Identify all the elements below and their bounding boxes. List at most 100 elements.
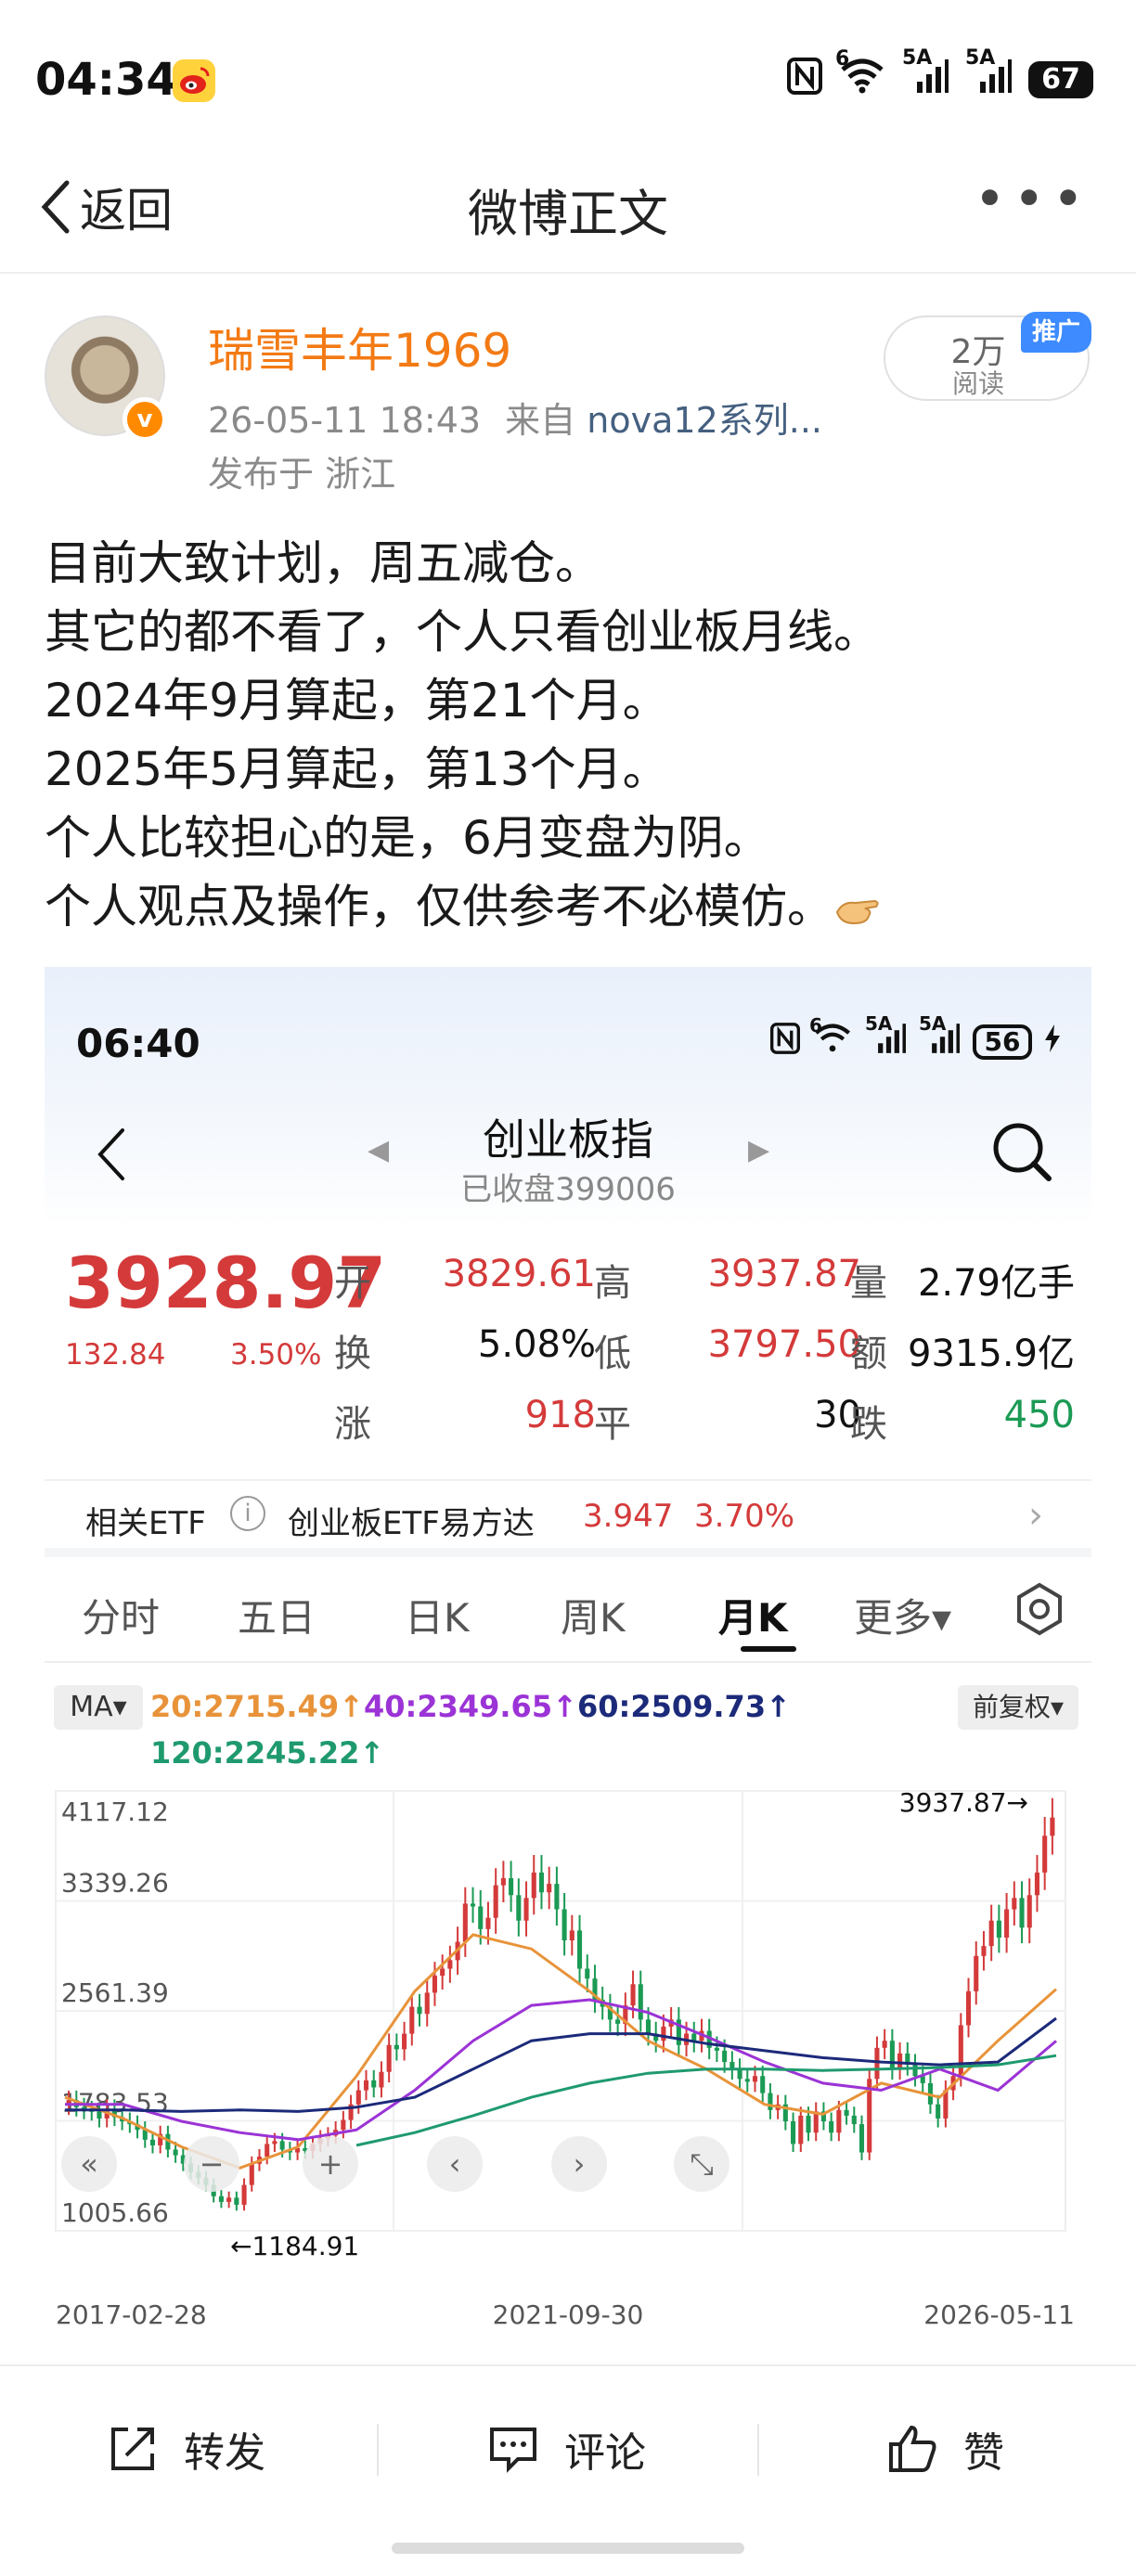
settings-icon[interactable] xyxy=(1012,1581,1067,1637)
candle-body xyxy=(988,1920,994,1947)
candle-body xyxy=(279,2141,285,2150)
embedded-signal-2-icon: 5A xyxy=(919,1012,960,1060)
thumbs-up-icon xyxy=(889,2425,936,2472)
candle-body xyxy=(509,1878,514,1896)
candle-body xyxy=(714,2047,719,2051)
candle-body xyxy=(965,1990,972,2026)
candle-body xyxy=(470,1903,476,1907)
ma-selector[interactable]: MA▾ xyxy=(54,1685,143,1730)
turnover-label: 换 xyxy=(334,1333,371,1375)
comment-button[interactable]: 评论 xyxy=(486,2416,646,2481)
candle-body xyxy=(409,2006,415,2034)
embedded-battery-icon: 56 xyxy=(973,1024,1032,1060)
related-etf-row[interactable]: 相关ETF i 创业板ETF易方达 3.947 3.70% › xyxy=(45,1479,1091,1557)
candle-body xyxy=(752,2076,758,2082)
comment-label: 评论 xyxy=(564,2429,646,2477)
candle-body xyxy=(974,1955,979,1991)
candle-body xyxy=(272,2141,278,2145)
wifi-gen-label: 6 xyxy=(835,47,850,71)
candle-body xyxy=(386,2044,392,2072)
tab-more[interactable]: 更多▾ xyxy=(854,1587,951,1643)
x-tick-label: 2017-02-28 xyxy=(56,2299,207,2330)
candle-body xyxy=(241,2184,247,2205)
post-line: 个人比较担心的是，6月变盘为阴。 xyxy=(45,811,770,865)
candle-body xyxy=(424,1992,430,2015)
chart-control-icon: ⤡ xyxy=(690,2146,714,2182)
candle-body xyxy=(661,2026,666,2041)
chart-control-icon: − xyxy=(200,2146,225,2182)
tab-daily-k[interactable]: 日K xyxy=(405,1587,470,1643)
more-options-button[interactable]: ••• xyxy=(974,167,1091,230)
open-value: 3829.61 xyxy=(442,1253,596,1295)
volume-label: 量 xyxy=(850,1262,887,1305)
candle-body xyxy=(737,2068,742,2080)
tab-monthly-k[interactable]: 月K xyxy=(718,1587,788,1643)
repost-button[interactable]: 转发 xyxy=(106,2416,265,2481)
candle-body xyxy=(440,1968,445,1977)
back-button[interactable]: 返回 xyxy=(39,174,173,239)
candle-body xyxy=(547,1884,552,1893)
etf-change-pct: 3.70% xyxy=(694,1498,795,1535)
status-icons: 6 5A 5A 67 xyxy=(787,46,1093,102)
candle-body xyxy=(645,2019,652,2034)
amount-value: 9315.9亿 xyxy=(908,1333,1075,1375)
candle-body xyxy=(836,2109,842,2133)
candle-body xyxy=(493,1885,498,1918)
embedded-title: 创业板指 xyxy=(483,1114,653,1165)
candle-body xyxy=(1012,1898,1017,1910)
home-indicator xyxy=(392,2543,744,2554)
etf-name: 创业板ETF易方达 xyxy=(288,1505,535,1542)
low-value: 3797.50 xyxy=(707,1323,861,1366)
candle-body xyxy=(554,1884,560,1910)
tab-intraday[interactable]: 分时 xyxy=(82,1587,160,1643)
ma-line-ma120 xyxy=(355,2054,1057,2147)
y-tick-label: 4117.12 xyxy=(61,1797,169,1827)
low-annotation: ←1184.91 xyxy=(230,2231,359,2261)
candle-body xyxy=(1050,1817,1055,1836)
candle-body xyxy=(874,2047,880,2080)
like-button[interactable]: 赞 xyxy=(885,2416,1004,2481)
candle-body xyxy=(936,2104,941,2119)
tab-five-day[interactable]: 五日 xyxy=(238,1587,316,1643)
up-count-label: 涨 xyxy=(334,1403,371,1446)
cell-signal-1-icon: 5A xyxy=(902,46,949,100)
status-bar: 04:34 6 5A 5A 67 xyxy=(0,0,1136,139)
cell-signal-2-icon: 5A xyxy=(965,46,1012,100)
verified-badge-icon: v xyxy=(123,397,167,442)
comment-icon xyxy=(490,2428,536,2473)
monthly-k-chart[interactable]: 4117.123339.262561.391783.531005.663937.… xyxy=(45,1763,1091,2333)
chart-control-icon: + xyxy=(318,2146,343,2182)
candle-body xyxy=(958,2025,963,2077)
candle-body xyxy=(630,1984,636,2006)
candle-body xyxy=(417,2006,422,2015)
down-count-label: 跌 xyxy=(850,1403,887,1446)
candle-body xyxy=(981,1946,987,1956)
embedded-image[interactable]: 06:40 6 5A 5A 56 ◀ 创业板指 已收盘399006 ▶ 3928… xyxy=(45,967,1091,2361)
share-icon xyxy=(111,2428,154,2470)
post-source[interactable]: nova12系列... xyxy=(587,400,822,441)
candle-body xyxy=(829,2121,834,2133)
read-label: 阅读 xyxy=(951,368,1004,399)
candle-body xyxy=(844,2109,849,2116)
ma60-label: 60:2509.73↑ xyxy=(577,1689,791,1724)
next-index-icon: ▶ xyxy=(748,1134,770,1166)
candle-body xyxy=(516,1895,522,1921)
candle-body xyxy=(500,1878,506,1886)
candle-body xyxy=(485,1917,491,1929)
promo-tag: 推广 xyxy=(1021,312,1091,353)
candle-body xyxy=(355,2090,361,2105)
candle-body xyxy=(744,2079,750,2082)
divider xyxy=(377,2424,379,2476)
signal-2-label: 5A xyxy=(965,46,996,70)
candle-body xyxy=(760,2076,766,2093)
candle-body xyxy=(462,1903,468,1942)
embedded-subtitle: 已收盘399006 xyxy=(460,1171,676,1208)
volume-value: 2.79亿手 xyxy=(917,1262,1075,1305)
search-icon xyxy=(993,1123,1052,1181)
active-tab-indicator xyxy=(741,1646,796,1652)
embedded-signal-1-label: 5A xyxy=(865,1012,893,1035)
price-adjust-selector[interactable]: 前复权▾ xyxy=(958,1685,1078,1730)
tab-weekly-k[interactable]: 周K xyxy=(561,1587,626,1643)
author-name[interactable]: 瑞雪丰年1969 xyxy=(208,314,511,380)
nav-bar: 返回 微博正文 ••• xyxy=(0,139,1136,274)
